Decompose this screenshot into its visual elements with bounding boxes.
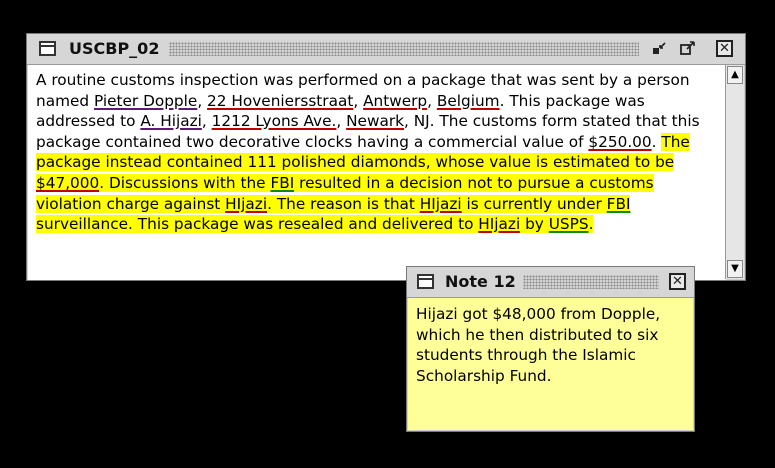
text-segment: , [427, 91, 437, 110]
document-text-area[interactable]: A routine customs inspection was perform… [28, 65, 726, 280]
text-segment: , [353, 91, 364, 110]
vertical-scrollbar[interactable]: ▲ ▼ [725, 65, 744, 279]
titlebar-grip [169, 42, 639, 56]
highlighted-text: surveillance. This package was resealed … [36, 215, 479, 234]
minimize-icon[interactable] [651, 40, 668, 57]
text-segment: , [197, 91, 208, 110]
entity-address-link[interactable]: 1212 Lyons Ave. [212, 112, 337, 130]
document-title: USCBP_02 [69, 39, 160, 58]
highlighted-text: . [588, 215, 594, 234]
note-titlebar[interactable]: Note 12 ✕ [407, 267, 694, 298]
close-button[interactable]: ✕ [669, 273, 686, 290]
text-segment: . [651, 132, 662, 151]
document-window: USCBP_02 ✕ A routine customs inspection … [26, 33, 746, 281]
document-titlebar[interactable]: USCBP_02 ✕ [27, 34, 745, 65]
entity-city-link[interactable]: Newark [346, 112, 404, 130]
entity-city-link[interactable]: Antwerp [363, 92, 427, 110]
maximize-icon[interactable] [679, 40, 696, 57]
highlighted-text: . Discussions with the [99, 173, 271, 192]
note-title: Note 12 [445, 272, 516, 291]
highlighted-text: . The reason is that [267, 194, 420, 213]
scroll-up-icon[interactable]: ▲ [727, 66, 743, 84]
note-text[interactable]: Hijazi got $48,000 from Dopple, which he… [408, 298, 693, 430]
text-segment: , [336, 112, 347, 131]
entity-org-link[interactable]: USPS [548, 215, 589, 234]
entity-country-link[interactable]: Belgium [437, 92, 500, 110]
entity-person-link[interactable]: Pieter Dopple [94, 92, 197, 110]
window-icon [417, 274, 434, 289]
entity-org-link[interactable]: FBI [270, 173, 295, 192]
entity-person-link[interactable]: HIjazi [478, 215, 521, 234]
highlighted-text: is currently under [461, 194, 607, 213]
entity-money-link[interactable]: $47,000 [36, 173, 100, 192]
entity-person-link[interactable]: HIjazi [419, 194, 462, 213]
entity-money-link[interactable]: $250.00 [588, 133, 651, 151]
entity-address-link[interactable]: 22 Hoveniersstraat [207, 92, 353, 110]
entity-org-link[interactable]: FBI [606, 194, 631, 213]
note-window: Note 12 ✕ Hijazi got $48,000 from Dopple… [406, 266, 695, 432]
scroll-down-icon[interactable]: ▼ [727, 260, 743, 278]
entity-person-link[interactable]: HIjazi [225, 194, 268, 213]
close-button[interactable]: ✕ [716, 40, 733, 57]
titlebar-grip [523, 275, 659, 289]
window-icon [39, 41, 56, 56]
highlighted-text: by [520, 215, 549, 234]
text-segment: , [201, 112, 212, 131]
entity-person-link[interactable]: A. Hijazi [140, 112, 202, 130]
